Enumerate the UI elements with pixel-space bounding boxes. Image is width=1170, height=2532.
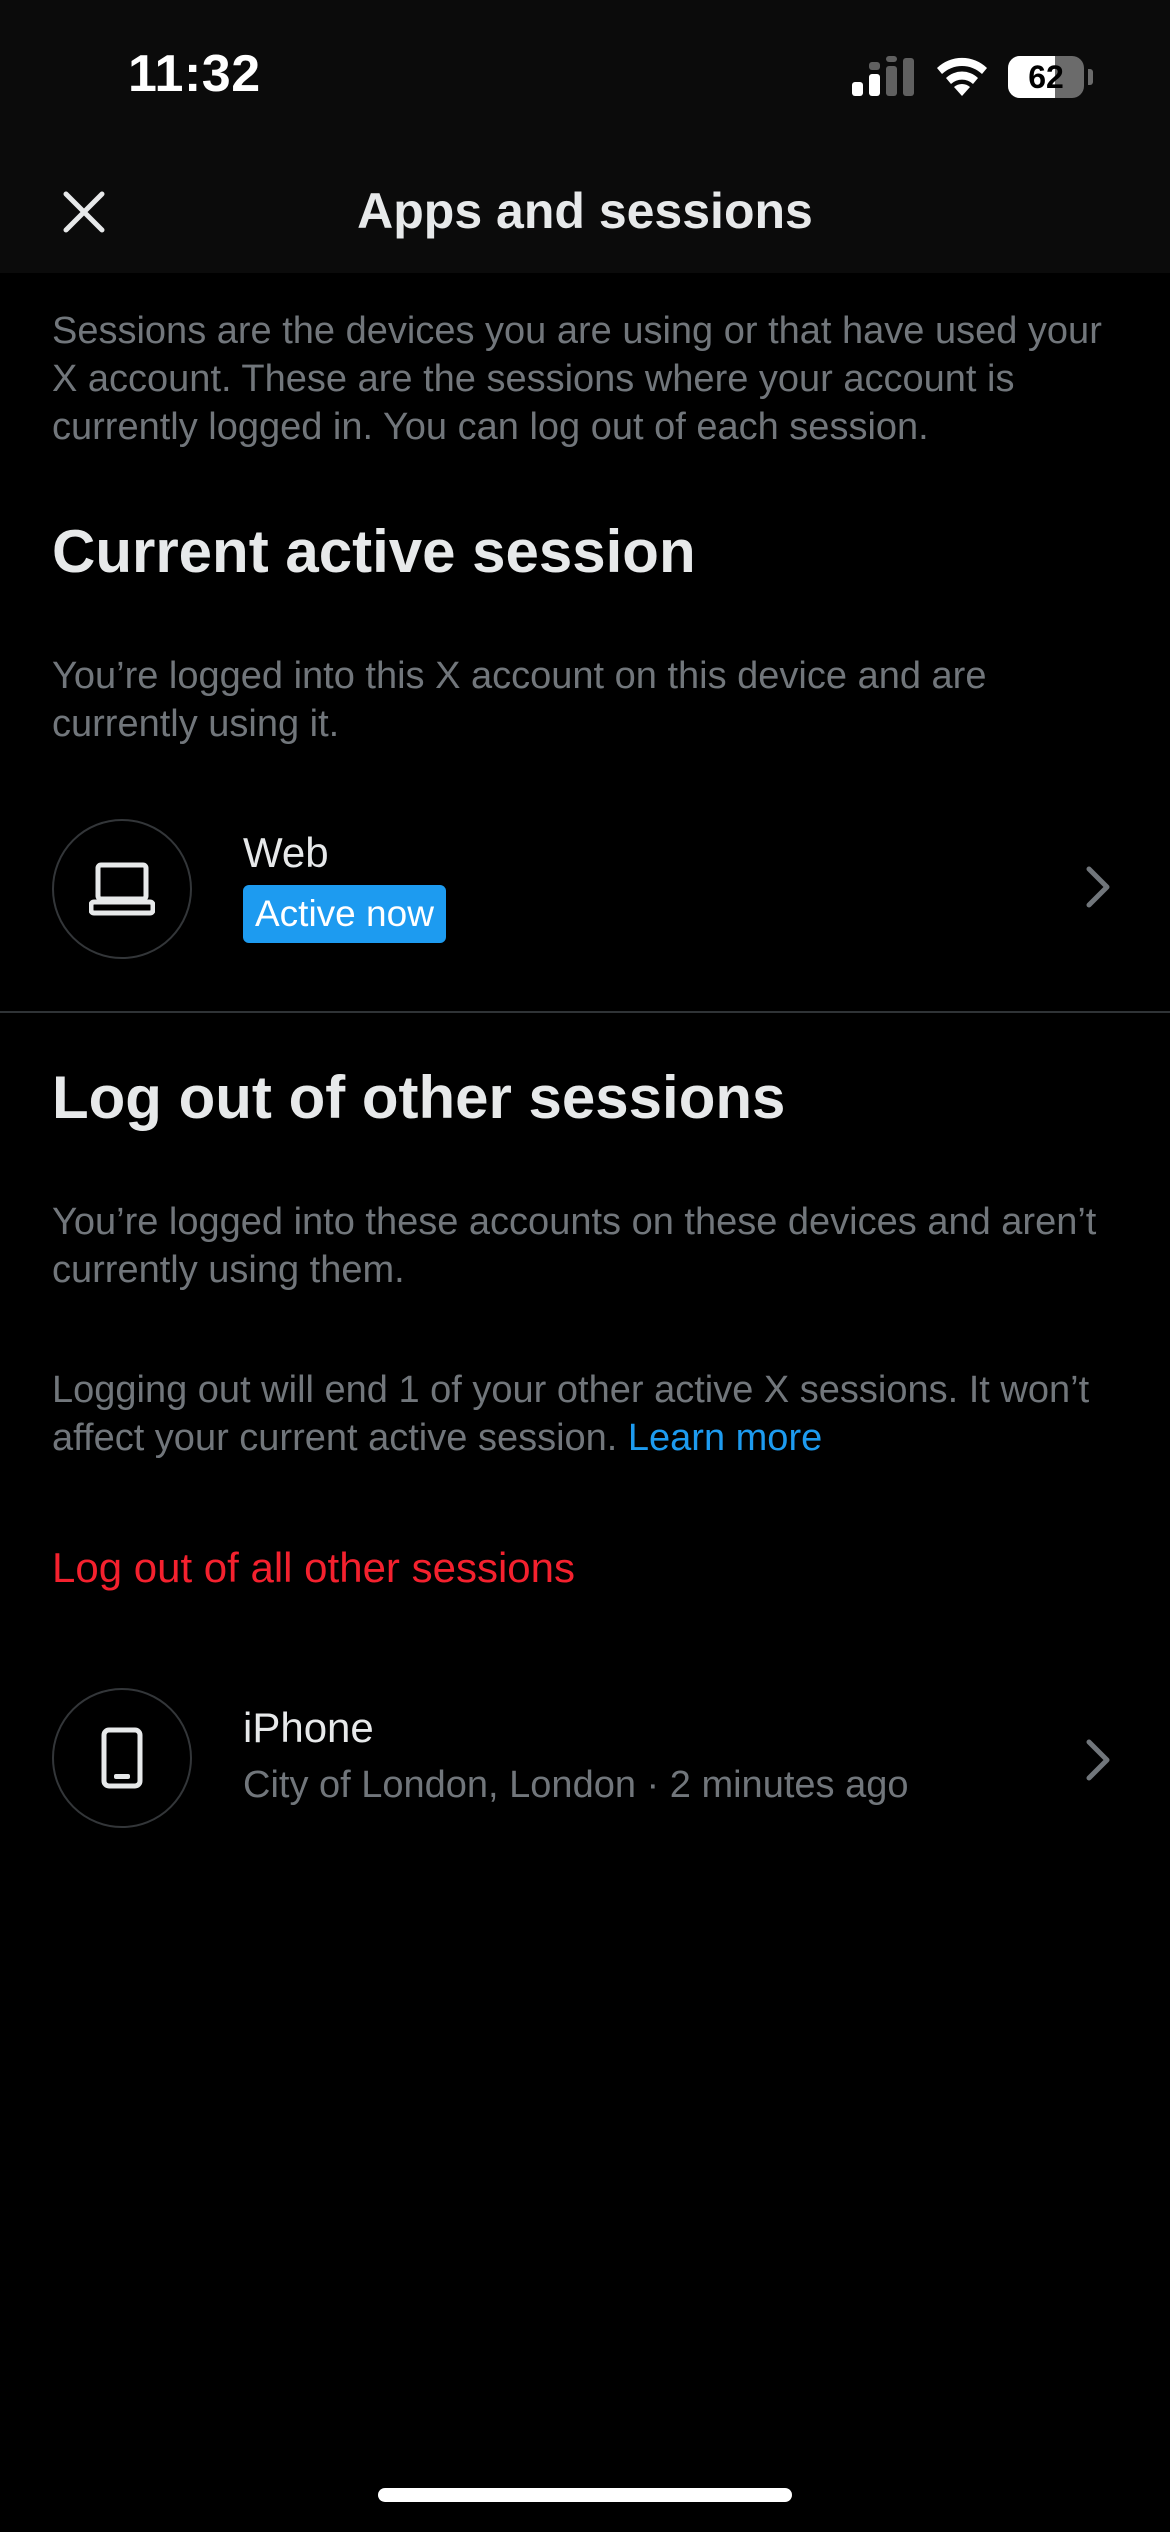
session-meta: City of London, London · 2 minutes ago [243,1764,908,1807]
chevron-right-icon [1086,1739,1110,1781]
session-row[interactable]: iPhone City of London, London · 2 minute… [0,1684,1170,1834]
header: Apps and sessions [0,150,1170,273]
status-time: 11:32 [128,45,261,103]
active-now-badge: Active now [243,885,446,943]
battery-level: 62 [1028,59,1064,95]
device-icon-container [52,819,192,959]
device-name: iPhone [243,1704,374,1751]
cellular-signal-icon [852,56,914,96]
meta-separator: · [646,1764,660,1806]
logout-all-button[interactable]: Log out of all other sessions [52,1544,575,1592]
page-title: Apps and sessions [357,183,813,239]
session-location: City of London, London [243,1764,636,1806]
close-button[interactable] [48,176,120,248]
close-icon [63,191,105,233]
home-indicator[interactable] [378,2488,792,2502]
device-icon-container [52,1688,192,1828]
intro-text: Sessions are the devices you are using o… [52,310,1102,448]
current-session-heading: Current active session [52,518,696,585]
learn-more-link[interactable]: Learn more [628,1417,822,1459]
content: Sessions are the devices you are using o… [0,273,1170,1834]
device-name: Web [243,829,329,876]
laptop-icon [89,862,155,916]
status-bar: 11:32 62 [0,0,1170,150]
other-sessions-heading: Log out of other sessions [52,1064,786,1131]
chevron-right-icon [1086,866,1110,908]
section-divider [0,1011,1170,1013]
current-session-description: You’re logged into this X account on thi… [52,655,987,745]
logout-info-text: Logging out will end 1 of your other act… [52,1366,1118,1462]
current-session-row[interactable]: Web Active now [0,815,1170,965]
smartphone-icon [101,1727,143,1789]
other-sessions-description: You’re logged into these accounts on the… [52,1201,1097,1291]
session-last-active: 2 minutes ago [669,1764,909,1806]
battery-indicator: 62 [1008,56,1093,98]
wifi-icon [937,57,987,96]
logout-info-sentence: Logging out will end 1 of your other act… [52,1369,1090,1459]
